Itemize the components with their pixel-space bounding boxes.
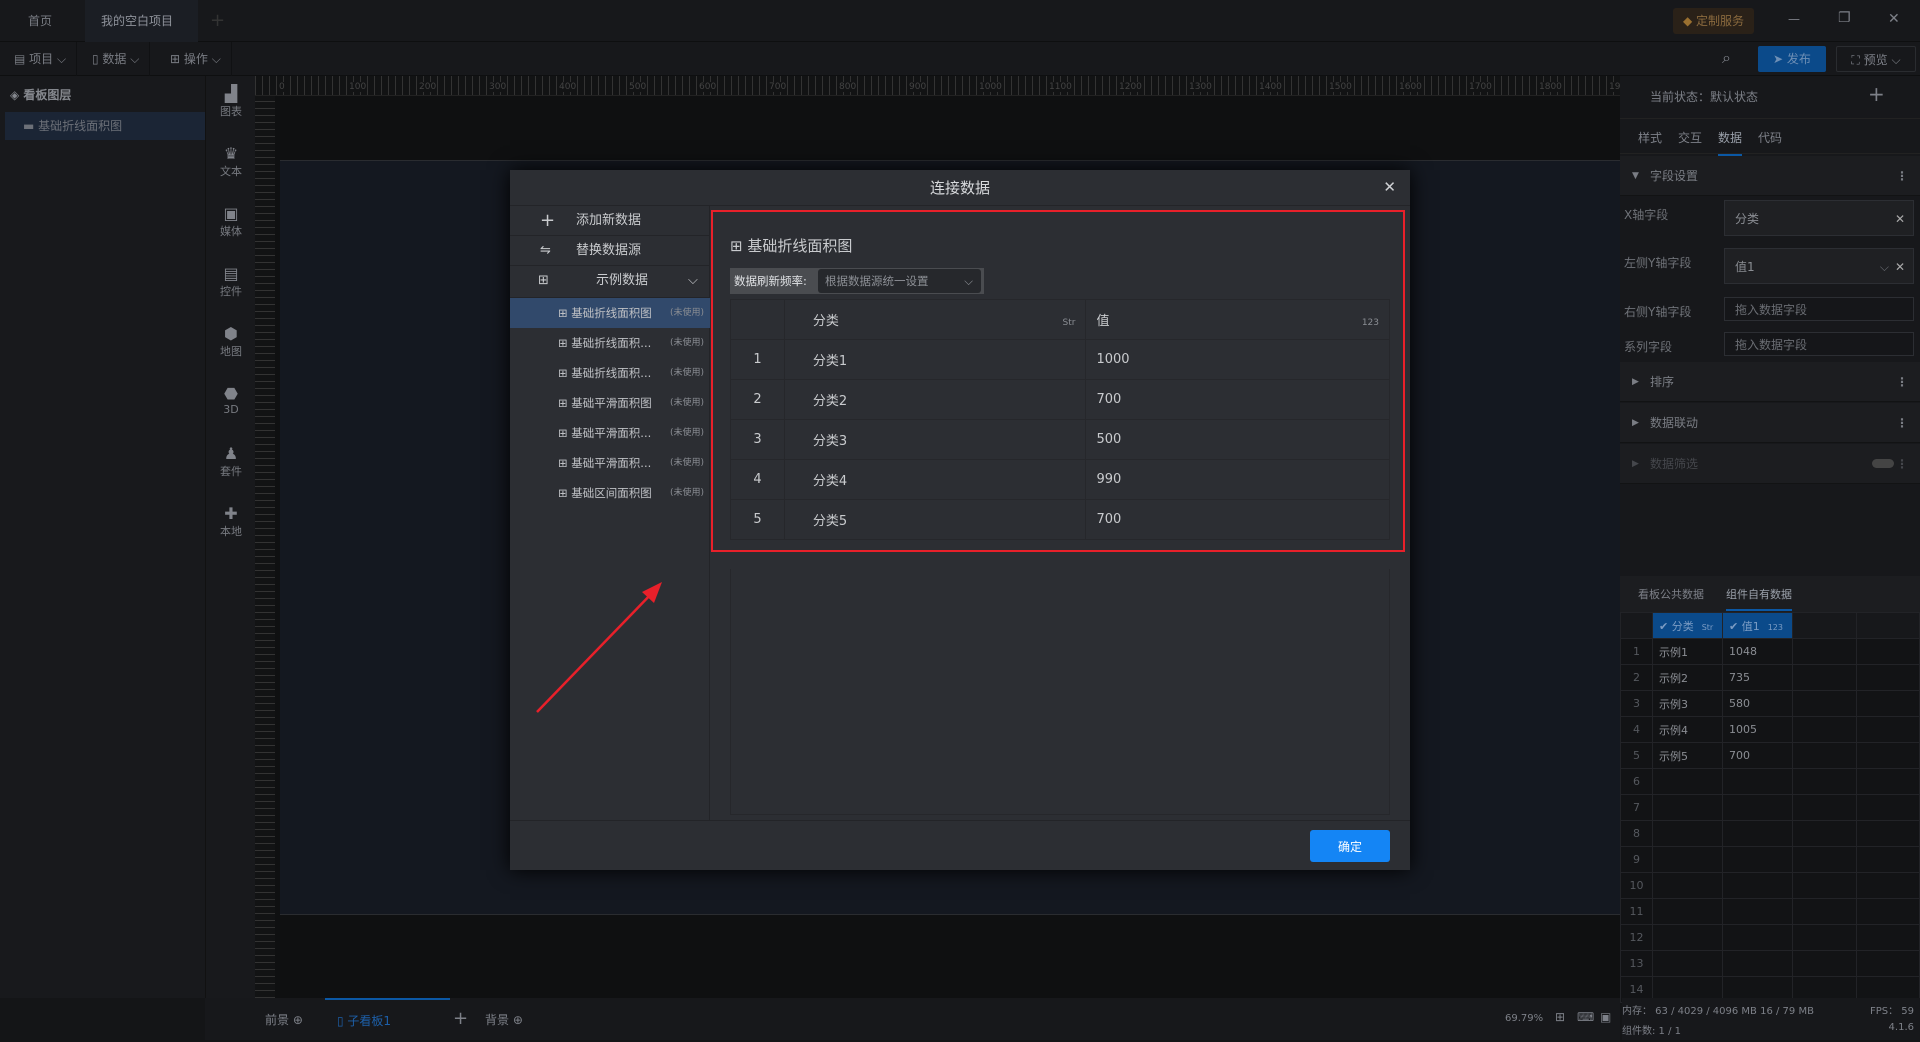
annotation-arrow: [536, 582, 662, 713]
arrow-line: [536, 589, 656, 713]
